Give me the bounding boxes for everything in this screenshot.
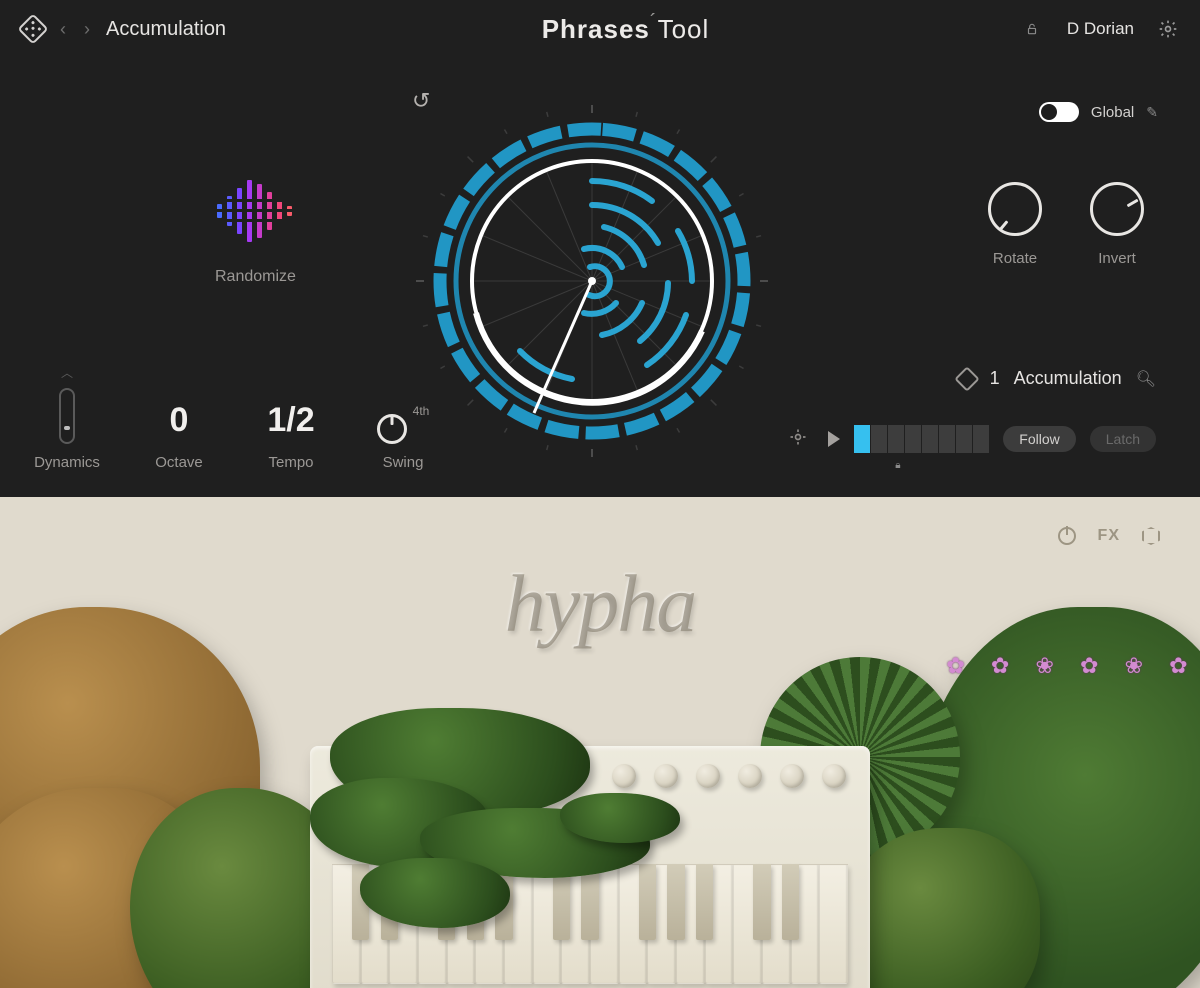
hypha-instrument-panel: FX hypha [0,497,1200,988]
right-column: Global ✎ Rotate Invert 1 Ac [802,58,1200,497]
synth-knob [612,764,636,788]
transport-row: 🔒︎ Follow Latch [828,425,1156,453]
sequence-dice-icon[interactable] [954,366,979,391]
dynamics-label: Dynamics [34,454,100,471]
fx-button[interactable]: FX [1098,527,1120,545]
lock-icon[interactable] [1025,22,1039,36]
invert-control[interactable]: Invert [1090,182,1144,267]
randomize-button[interactable]: Randomize [215,178,296,286]
tempo-value[interactable]: 1/2 [267,396,314,444]
rotate-label: Rotate [993,250,1037,267]
scale-selector[interactable]: D Dorian [1067,19,1134,39]
global-label: Global [1091,104,1134,121]
follow-button[interactable]: Follow [1003,426,1075,452]
synth-knob [654,764,678,788]
settings-icon[interactable] [1158,19,1178,39]
synth-knob [696,764,720,788]
preset-name[interactable]: Accumulation [106,18,226,41]
synth-knob [822,764,846,788]
octave-value[interactable]: 0 [170,396,189,444]
step-8[interactable] [973,425,989,453]
step-2[interactable] [871,425,887,453]
prev-preset-button[interactable]: ‹ [58,19,68,40]
keyboard-visual [310,746,870,988]
tempo-control[interactable]: 1/2 Tempo [256,396,326,471]
rotate-knob[interactable] [988,182,1042,236]
invert-knob[interactable] [1090,182,1144,236]
titlebar: ‹ › Accumulation Phrases´Tool D Dorian [0,0,1200,58]
step-lock-icon[interactable]: 🔒︎ [895,460,900,471]
rotate-control[interactable]: Rotate [988,182,1042,267]
octave-control[interactable]: 0 Octave [144,396,214,471]
step-sequencer[interactable] [854,425,989,453]
step-6[interactable] [939,425,955,453]
left-column: Randomize ︿ Dynamics 0 Octave 1/2 Tempo [0,58,382,497]
dynamics-slider[interactable] [59,388,75,444]
power-icon[interactable] [1058,527,1076,545]
step-4[interactable] [905,425,921,453]
play-button[interactable] [828,431,840,447]
dice-icon[interactable] [17,13,48,44]
phrase-radar[interactable]: ↺ [382,58,802,497]
sequence-browser: 1 Accumulation 🔍︎ [958,368,1156,389]
invert-label: Invert [1098,250,1136,267]
step-3[interactable] [888,425,904,453]
synth-knob [738,764,762,788]
randomize-icon [217,178,293,244]
sequence-name[interactable]: Accumulation [1014,368,1122,389]
app-title: Phrases´Tool [240,14,1011,45]
randomize-label: Randomize [215,268,296,286]
sequence-index: 1 [990,368,1000,389]
next-preset-button[interactable]: › [82,19,92,40]
latch-button[interactable]: Latch [1090,426,1156,452]
hypha-logo: hypha [505,557,695,651]
synth-knob [780,764,804,788]
octave-label: Octave [155,454,203,471]
edit-icon[interactable]: ✎ [1146,104,1158,121]
phrases-tool-panel: ‹ › Accumulation Phrases´Tool D Dorian [0,0,1200,497]
step-5[interactable] [922,425,938,453]
tempo-label: Tempo [268,454,313,471]
step-1[interactable] [854,425,870,453]
global-toggle[interactable] [1039,102,1079,122]
step-7[interactable] [956,425,972,453]
settings-hex-icon[interactable] [1142,527,1160,545]
search-icon[interactable]: 🔍︎ [1136,369,1156,389]
dynamics-control[interactable]: ︿ Dynamics [32,388,102,471]
